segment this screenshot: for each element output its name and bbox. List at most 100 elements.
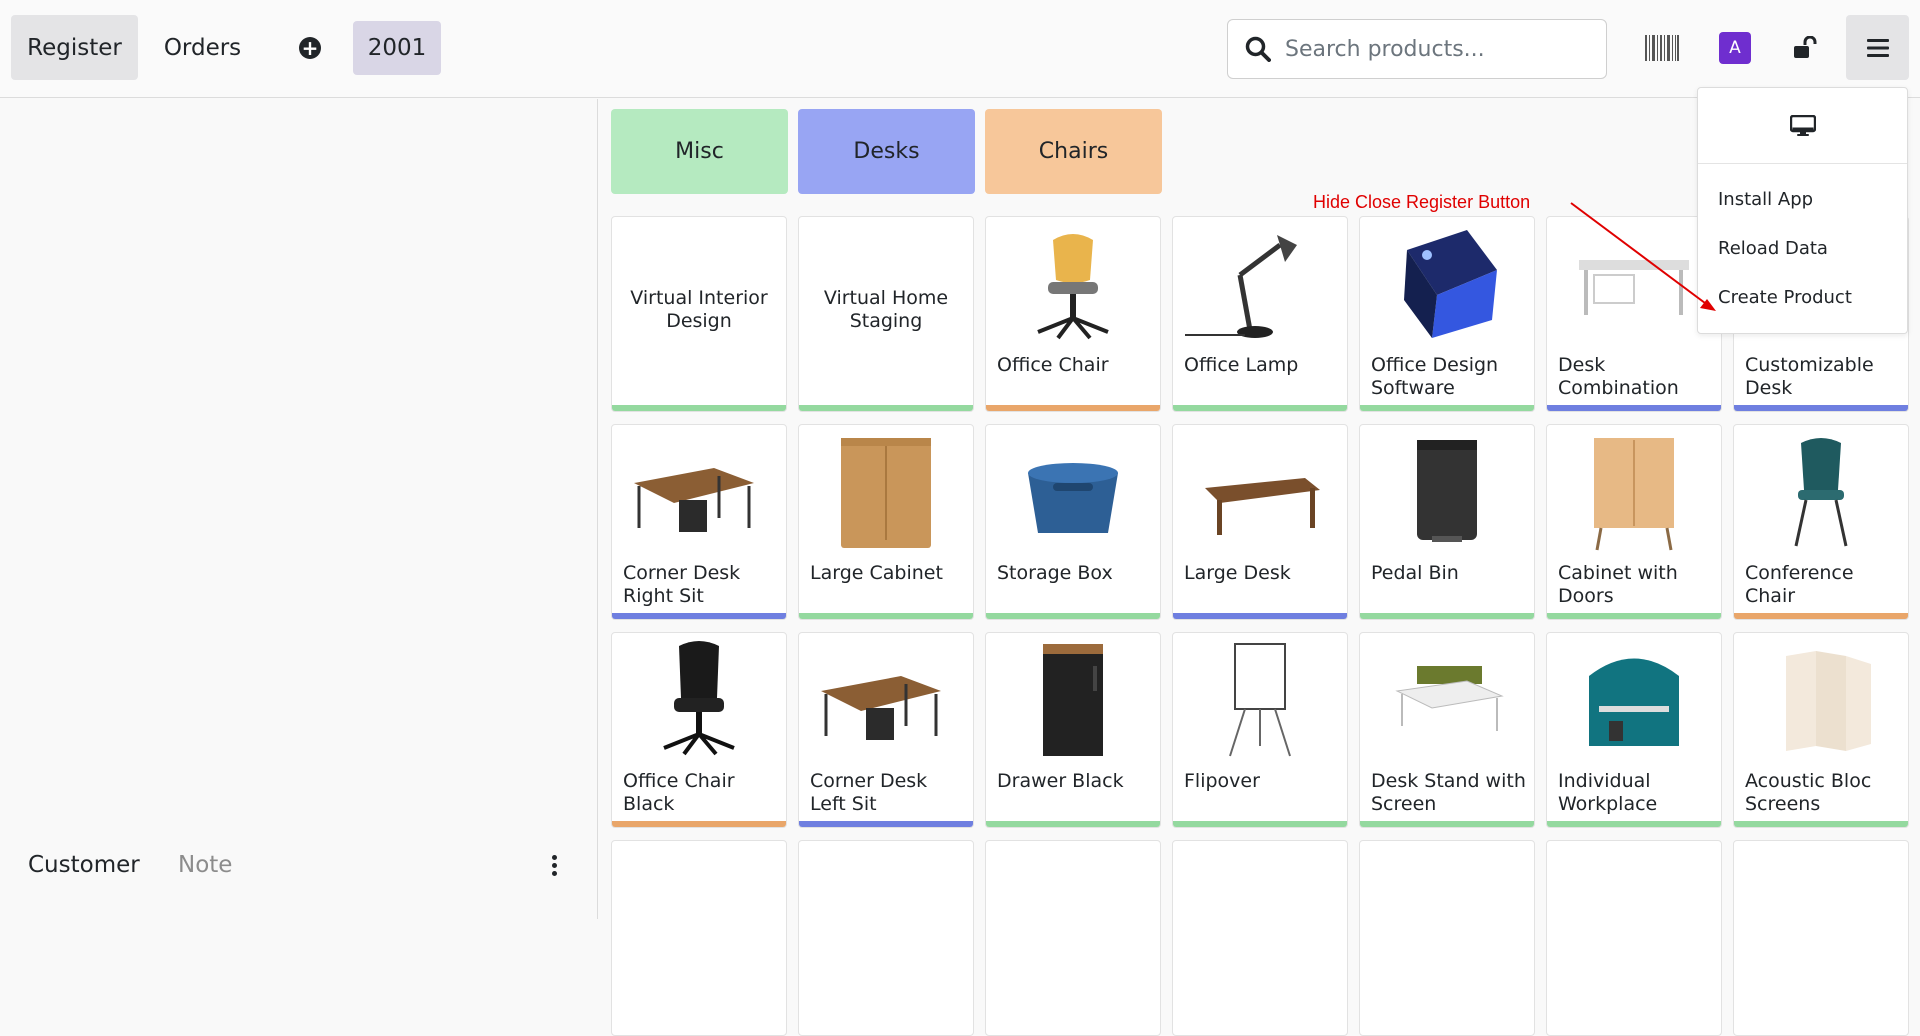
category-misc[interactable]: Misc: [611, 109, 788, 194]
product-card[interactable]: Office Chair Black: [611, 632, 787, 828]
more-actions-button[interactable]: [545, 852, 563, 878]
product-card[interactable]: Virtual Interior Design: [611, 216, 787, 412]
product-card[interactable]: Pedal Bin: [1359, 424, 1535, 620]
product-card[interactable]: Desk Stand with Screen: [1359, 632, 1535, 828]
product-image: [799, 425, 973, 555]
product-card[interactable]: Office Lamp: [1172, 216, 1348, 412]
product-image: [1360, 425, 1534, 555]
search-icon: [1245, 36, 1271, 62]
new-order-button[interactable]: +: [280, 15, 340, 80]
product-card[interactable]: Office Chair: [985, 216, 1161, 412]
category-color-bar: [612, 613, 786, 619]
product-image: [1360, 633, 1534, 763]
product-card[interactable]: Storage Box: [985, 424, 1161, 620]
product-card[interactable]: Individual Workplace: [1546, 632, 1722, 828]
product-image: [986, 633, 1160, 763]
avatar[interactable]: A: [1719, 32, 1751, 64]
category-color-bar: [1173, 613, 1347, 619]
product-card[interactable]: [611, 840, 787, 1036]
product-name: Virtual Home Staging: [823, 287, 949, 332]
kebab-dot: [551, 854, 557, 860]
product-name: Office Design Software: [1371, 354, 1499, 399]
header-dropdown-menu: Install App Reload Data Create Product: [1697, 87, 1908, 334]
product-name: Large Cabinet: [810, 562, 943, 584]
category-color-bar: [1173, 405, 1347, 411]
product-name: Customizable Desk: [1745, 354, 1874, 399]
product-name: Flipover: [1184, 770, 1260, 792]
category-color-bar: [799, 613, 973, 619]
product-card[interactable]: Desk Combination: [1546, 216, 1722, 412]
category-color-bar: [1360, 405, 1534, 411]
category-color-bar: [612, 405, 786, 411]
product-image: [799, 633, 973, 763]
product-name: Corner Desk Right Sit: [623, 562, 741, 607]
product-card[interactable]: Flipover: [1172, 632, 1348, 828]
product-name: Large Desk: [1184, 562, 1291, 584]
product-image: [1547, 425, 1721, 555]
product-card[interactable]: Corner Desk Left Sit: [798, 632, 974, 828]
product-image: [612, 425, 786, 555]
top-bar: Register Orders + 2001 A: [0, 0, 1920, 98]
product-card[interactable]: Corner Desk Right Sit: [611, 424, 787, 620]
product-name: Corner Desk Left Sit: [810, 770, 928, 815]
unlock-icon: [1794, 36, 1817, 58]
product-card[interactable]: [1172, 840, 1348, 1036]
category-color-bar: [1547, 613, 1721, 619]
category-color-bar: [1173, 821, 1347, 827]
category-color-bar: [1547, 405, 1721, 411]
product-card[interactable]: [1733, 840, 1909, 1036]
product-card[interactable]: [798, 840, 974, 1036]
product-image: [1173, 217, 1347, 347]
product-name: Desk Stand with Screen: [1371, 770, 1526, 815]
kebab-dot: [551, 862, 557, 868]
product-name: Conference Chair: [1745, 562, 1854, 607]
product-image: [986, 425, 1160, 555]
product-card[interactable]: [985, 840, 1161, 1036]
product-name: Office Chair Black: [623, 770, 735, 815]
category-chairs[interactable]: Chairs: [985, 109, 1162, 194]
category-desks[interactable]: Desks: [798, 109, 975, 194]
product-card[interactable]: [1546, 840, 1722, 1036]
search-input[interactable]: [1285, 36, 1585, 62]
kebab-dot: [551, 870, 557, 876]
product-card[interactable]: Drawer Black: [985, 632, 1161, 828]
install-app-item[interactable]: Install App: [1718, 189, 1813, 210]
customer-button[interactable]: Customer: [28, 852, 140, 878]
product-card[interactable]: Virtual Home Staging: [798, 216, 974, 412]
product-image: [1547, 633, 1721, 763]
product-card[interactable]: Large Cabinet: [798, 424, 974, 620]
create-product-item[interactable]: Create Product: [1718, 287, 1852, 308]
product-image: [1173, 425, 1347, 555]
product-card[interactable]: Cabinet with Doors: [1546, 424, 1722, 620]
lock-button[interactable]: [1790, 28, 1822, 68]
category-color-bar: [1360, 821, 1534, 827]
product-name: Pedal Bin: [1371, 562, 1459, 584]
barcode-button[interactable]: [1640, 25, 1684, 71]
product-card[interactable]: Large Desk: [1172, 424, 1348, 620]
product-card[interactable]: Office Design Software: [1359, 216, 1535, 412]
product-card[interactable]: [1359, 840, 1535, 1036]
product-card[interactable]: Conference Chair: [1733, 424, 1909, 620]
menu-button[interactable]: [1846, 15, 1909, 80]
product-card[interactable]: Acoustic Bloc Screens: [1733, 632, 1909, 828]
product-name: Drawer Black: [997, 770, 1124, 792]
order-tab[interactable]: 2001: [353, 21, 441, 75]
category-color-bar: [1734, 405, 1908, 411]
reload-data-item[interactable]: Reload Data: [1718, 238, 1828, 259]
product-name: Office Lamp: [1184, 354, 1299, 376]
order-panel: [0, 99, 598, 919]
category-color-bar: [1734, 613, 1908, 619]
category-color-bar: [986, 613, 1160, 619]
category-color-bar: [1547, 821, 1721, 827]
pos-display-option[interactable]: [1698, 88, 1907, 164]
orders-tab[interactable]: Orders: [150, 15, 255, 80]
note-button[interactable]: Note: [178, 852, 232, 878]
product-image: [1360, 217, 1534, 347]
monitor-icon: [1789, 114, 1816, 136]
category-color-bar: [799, 821, 973, 827]
product-name: Office Chair: [997, 354, 1109, 376]
search-box[interactable]: [1227, 19, 1607, 79]
register-tab[interactable]: Register: [11, 15, 138, 80]
category-color-bar: [1360, 613, 1534, 619]
product-name: Desk Combination: [1558, 354, 1679, 399]
